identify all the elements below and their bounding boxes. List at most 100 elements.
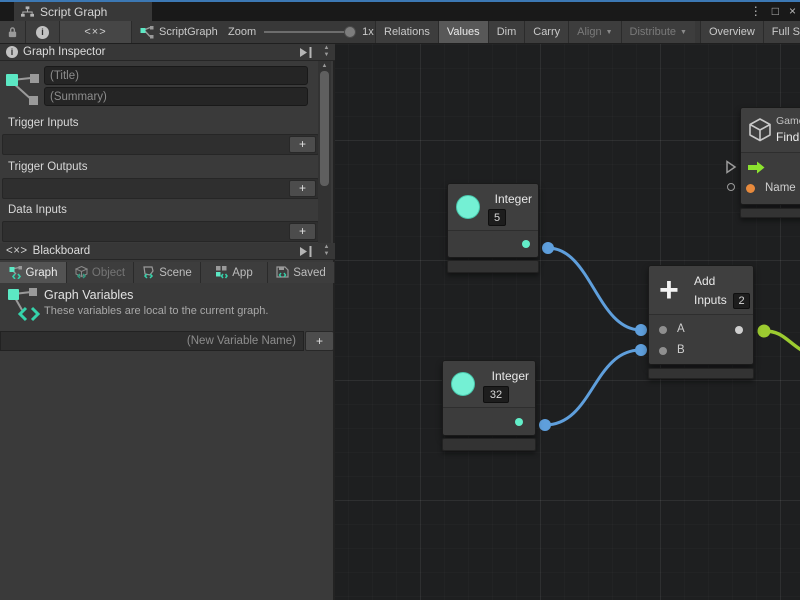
name-port-label: Name xyxy=(765,182,796,194)
tab-scene[interactable]: Scene xyxy=(134,262,201,283)
graph-inspector-header[interactable]: i Graph Inspector ▲▼ xyxy=(0,44,335,61)
integer-type-icon xyxy=(456,195,480,219)
panel-resize-handle[interactable]: ▲▼ xyxy=(320,244,333,259)
add-trigger-output-button[interactable]: + xyxy=(289,180,316,197)
dock-icon[interactable] xyxy=(299,47,313,58)
node-gameobject-find[interactable]: Game Object Find Name xyxy=(740,107,800,205)
node-integer-5[interactable]: Integer 5 xyxy=(447,183,539,258)
graph-variables-icon xyxy=(7,286,41,324)
add-variable-button[interactable]: + xyxy=(305,331,334,351)
wire-integer5-to-addA[interactable] xyxy=(548,248,641,330)
scroll-up-icon[interactable]: ▲ xyxy=(318,63,331,69)
variables-icon: <×> xyxy=(84,26,106,38)
node-integer-32[interactable]: Integer 32 xyxy=(442,360,536,436)
wire-endpoint[interactable] xyxy=(539,419,551,431)
wire-endpoint[interactable] xyxy=(635,344,647,356)
add-trigger-input-button[interactable]: + xyxy=(289,136,316,153)
chevron-down-icon: ▼ xyxy=(680,29,687,36)
input-port-a[interactable] xyxy=(659,326,667,334)
section-trigger-outputs: Trigger Outputs xyxy=(8,161,87,173)
add-operation-icon: + xyxy=(659,275,679,305)
integer-value-field[interactable]: 5 xyxy=(488,209,506,226)
node-add[interactable]: + Add Inputs 2 A B xyxy=(648,265,754,365)
lock-icon xyxy=(7,26,18,39)
blackboard-header[interactable]: <×> Blackboard ▲▼ xyxy=(0,243,335,260)
relations-button[interactable]: Relations xyxy=(375,21,438,43)
integer-value-field[interactable]: 32 xyxy=(483,386,509,403)
full-screen-button[interactable]: Full Screen xyxy=(763,21,800,43)
tab-app[interactable]: App xyxy=(201,262,268,283)
graph-variables-description: These variables are local to the current… xyxy=(44,305,268,317)
trigger-inputs-list xyxy=(2,134,319,155)
trigger-port-outline-icon xyxy=(725,160,737,174)
window-menu-icon[interactable]: ⋮ xyxy=(750,2,762,21)
app-variables-icon xyxy=(215,266,228,279)
node-shadow-strip xyxy=(740,208,800,218)
wire-add-output[interactable] xyxy=(764,331,800,358)
distribute-dropdown: Distribute ▼ xyxy=(621,21,695,43)
zoom-value: 1x xyxy=(362,26,374,38)
tab-saved[interactable]: Saved xyxy=(268,262,335,283)
inspector-header-title: Graph Inspector xyxy=(23,46,105,58)
chevron-down-icon: ▼ xyxy=(606,29,613,36)
window-titlebar: Script Graph ⋮ □ × xyxy=(0,2,800,21)
input-port-b[interactable] xyxy=(659,347,667,355)
tab-object[interactable]: Object xyxy=(67,262,134,283)
graph-breadcrumb[interactable]: ScriptGraph xyxy=(140,21,218,43)
graph-summary-input[interactable] xyxy=(44,87,308,106)
node-title: Integer xyxy=(495,192,532,206)
graph-variables-icon xyxy=(9,266,22,279)
output-port[interactable] xyxy=(515,418,523,426)
object-variables-icon xyxy=(75,266,88,279)
port-b-label: B xyxy=(677,344,685,356)
dock-icon[interactable] xyxy=(299,246,313,257)
scene-variables-icon xyxy=(142,266,155,279)
overview-button[interactable]: Overview xyxy=(700,21,763,43)
node-shadow-strip xyxy=(442,438,536,451)
info-icon: i xyxy=(6,46,18,58)
panel-resize-handle[interactable]: ▲▼ xyxy=(320,45,333,60)
inputs-label: Inputs xyxy=(694,293,727,307)
inspector-scrollbar[interactable]: ▲ ▼ xyxy=(318,61,331,257)
node-title: Add xyxy=(694,274,715,288)
node-shadow-strip xyxy=(447,260,539,273)
wire-endpoint[interactable] xyxy=(758,325,771,338)
trigger-input-port-icon[interactable] xyxy=(748,161,765,174)
lock-button[interactable] xyxy=(0,21,26,43)
blackboard-tabbar: Graph Object Scene xyxy=(0,262,335,283)
blackboard-toggle-button[interactable]: <×> xyxy=(60,21,132,43)
graph-canvas[interactable]: Integer 5 Integer 32 + Add xyxy=(335,44,800,600)
graph-icon xyxy=(4,69,42,109)
dim-button[interactable]: Dim xyxy=(488,21,525,43)
zoom-slider-knob[interactable] xyxy=(344,26,356,38)
output-port[interactable] xyxy=(735,326,743,334)
zoom-slider[interactable] xyxy=(264,31,354,33)
tab-graph[interactable]: Graph xyxy=(0,262,67,283)
graph-title-input[interactable] xyxy=(44,66,308,85)
sidebar: i Graph Inspector ▲▼ Trigger Inputs + Tr… xyxy=(0,44,335,600)
add-data-input-button[interactable]: + xyxy=(289,223,316,240)
carry-button[interactable]: Carry xyxy=(524,21,568,43)
hierarchy-icon xyxy=(21,6,34,18)
align-dropdown: Align ▼ xyxy=(568,21,620,43)
wire-integer32-to-addB[interactable] xyxy=(545,350,641,425)
inputs-count-field[interactable]: 2 xyxy=(733,293,750,309)
node-title: Integer xyxy=(492,369,529,383)
blackboard-header-title: Blackboard xyxy=(33,245,91,257)
tab-script-graph[interactable]: Script Graph xyxy=(14,2,152,21)
wire-endpoint[interactable] xyxy=(635,324,647,336)
maximize-icon[interactable]: □ xyxy=(772,2,779,21)
value-port-outline-icon xyxy=(727,183,735,191)
name-input-port[interactable] xyxy=(746,184,755,193)
node-shadow-strip xyxy=(648,368,754,379)
output-port[interactable] xyxy=(522,240,530,248)
close-icon[interactable]: × xyxy=(789,2,796,21)
port-a-label: A xyxy=(677,323,685,335)
wire-endpoint[interactable] xyxy=(542,242,554,254)
script-graph-window: Script Graph ⋮ □ × i <×> xyxy=(0,0,800,600)
values-button[interactable]: Values xyxy=(438,21,488,43)
new-variable-name-input[interactable] xyxy=(0,331,304,351)
scrollbar-thumb[interactable] xyxy=(320,71,329,186)
tab-title: Script Graph xyxy=(40,5,107,19)
info-button[interactable]: i xyxy=(26,21,60,43)
